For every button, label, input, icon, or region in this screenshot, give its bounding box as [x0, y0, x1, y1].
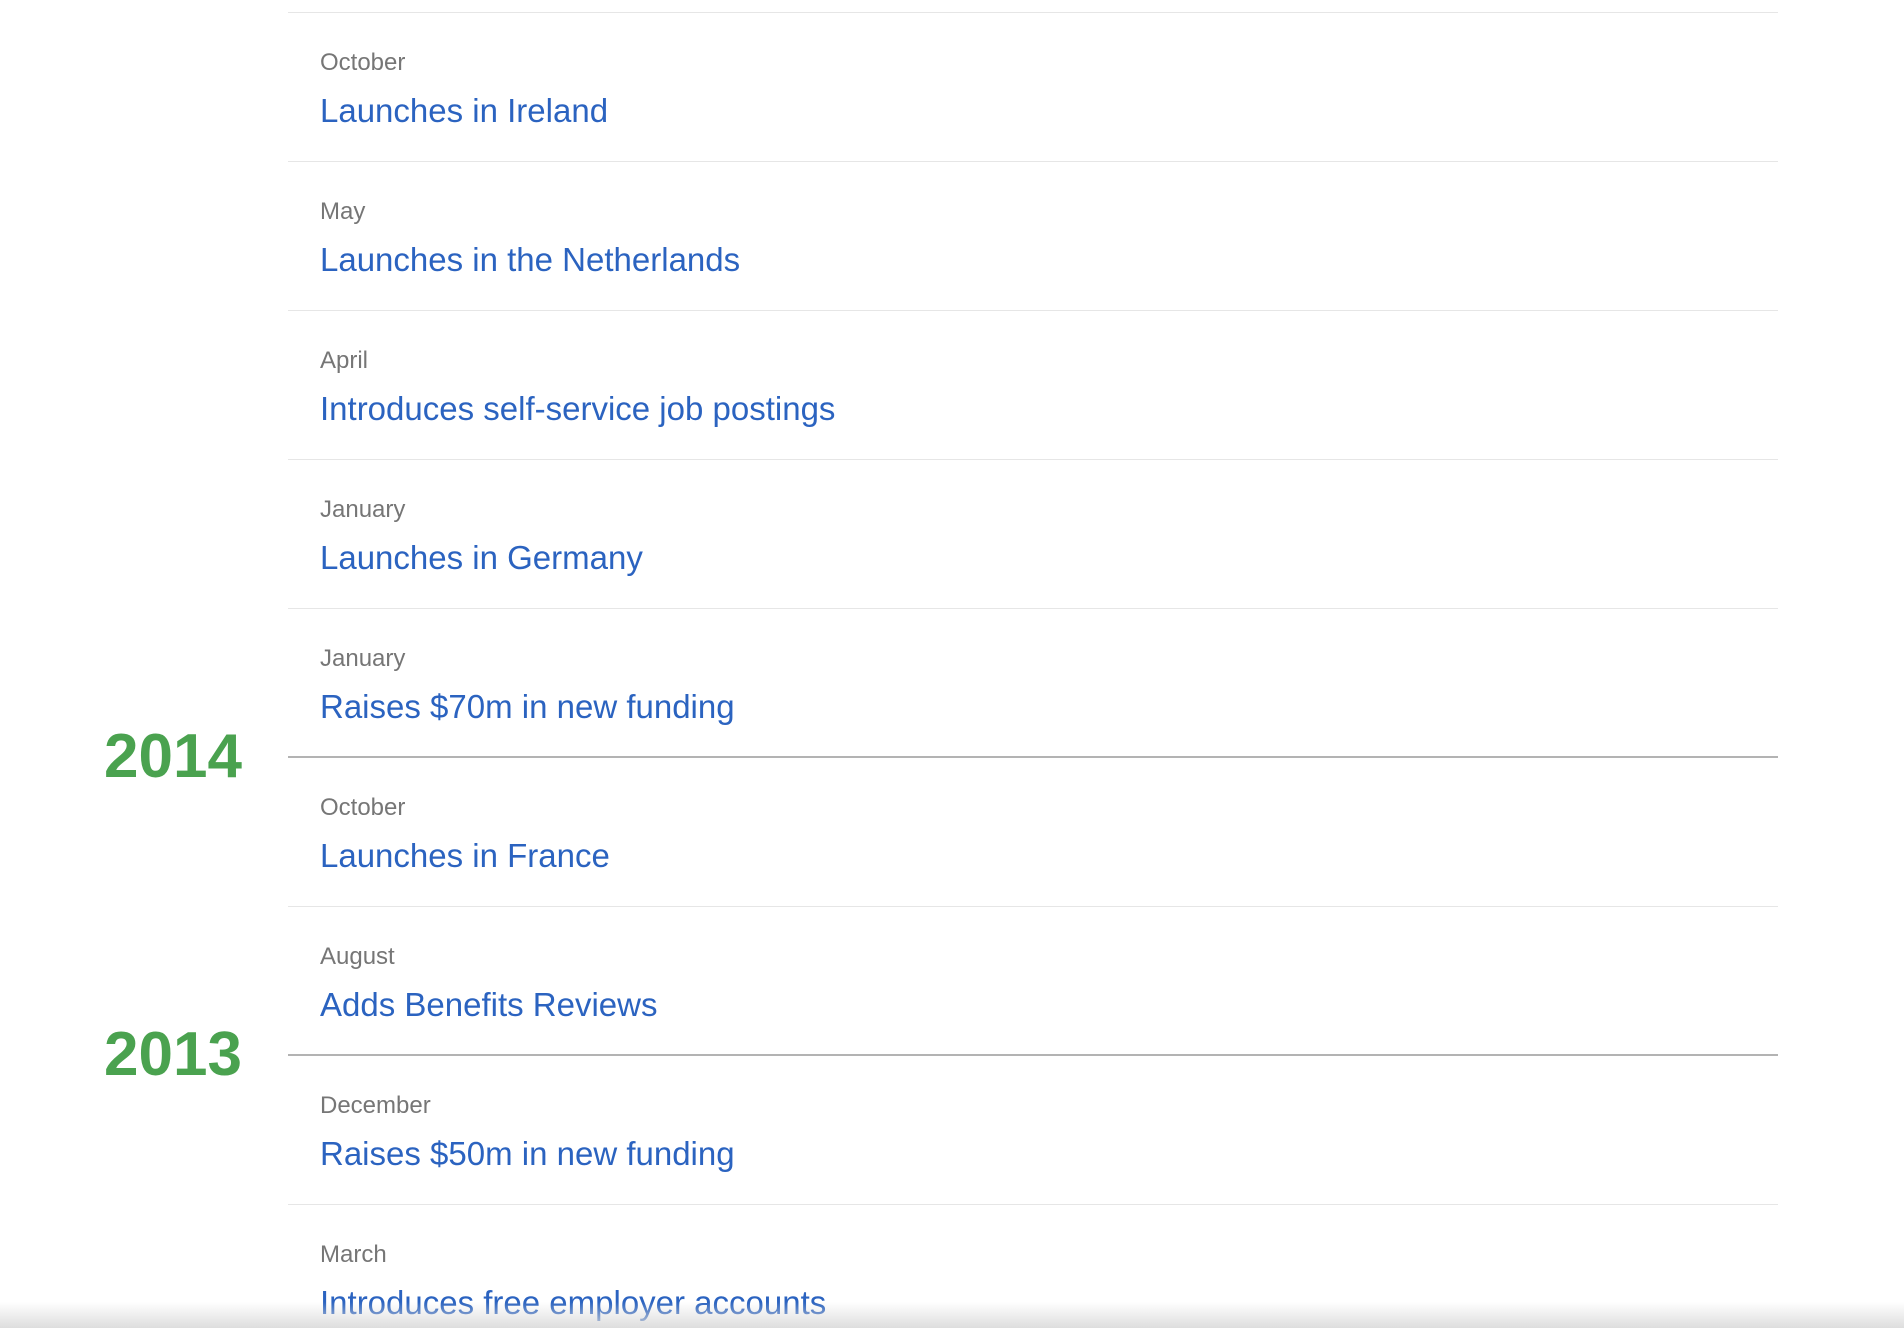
timeline-entry: December Raises $50m in new funding	[288, 1056, 1778, 1205]
timeline-entry: January Raises $70m in new funding	[288, 609, 1778, 758]
entry-month: April	[320, 347, 369, 374]
entry-title-link[interactable]: Raises $70m in new funding	[320, 687, 735, 727]
timeline-entry: March Introduces free employer accounts	[288, 1205, 1778, 1328]
entry-title-link[interactable]: Launches in Germany	[320, 538, 643, 578]
entry-title-link[interactable]: Launches in the Netherlands	[320, 240, 740, 280]
timeline-entry: October Launches in France	[288, 758, 1778, 907]
timeline-entry: April Introduces self-service job postin…	[288, 311, 1778, 460]
company-timeline: October Launches in Ireland May Launches…	[0, 0, 1904, 1328]
timeline-entry: May Launches in the Netherlands	[288, 162, 1778, 311]
entry-title-link[interactable]: Launches in France	[320, 836, 610, 876]
timeline-entry: October Launches in Ireland	[288, 13, 1778, 162]
year-label-2013: 2013	[104, 1020, 242, 1089]
year-label-2014: 2014	[104, 722, 242, 791]
entry-month: January	[320, 496, 406, 523]
entry-month: May	[320, 198, 366, 225]
entry-month: January	[320, 645, 406, 672]
entry-title-link[interactable]: Adds Benefits Reviews	[320, 985, 658, 1025]
entry-month: October	[320, 794, 406, 821]
timeline-entry: August Adds Benefits Reviews	[288, 907, 1778, 1056]
entry-month: December	[320, 1092, 431, 1119]
entry-month: August	[320, 943, 395, 970]
entry-title-link[interactable]: Introduces self-service job postings	[320, 389, 835, 429]
entry-month: October	[320, 49, 406, 76]
entry-title-link[interactable]: Introduces free employer accounts	[320, 1283, 826, 1323]
timeline-entry: January Launches in Germany	[288, 460, 1778, 609]
entry-month: March	[320, 1241, 387, 1268]
entry-title-link[interactable]: Launches in Ireland	[320, 91, 608, 131]
entry-title-link[interactable]: Raises $50m in new funding	[320, 1134, 735, 1174]
